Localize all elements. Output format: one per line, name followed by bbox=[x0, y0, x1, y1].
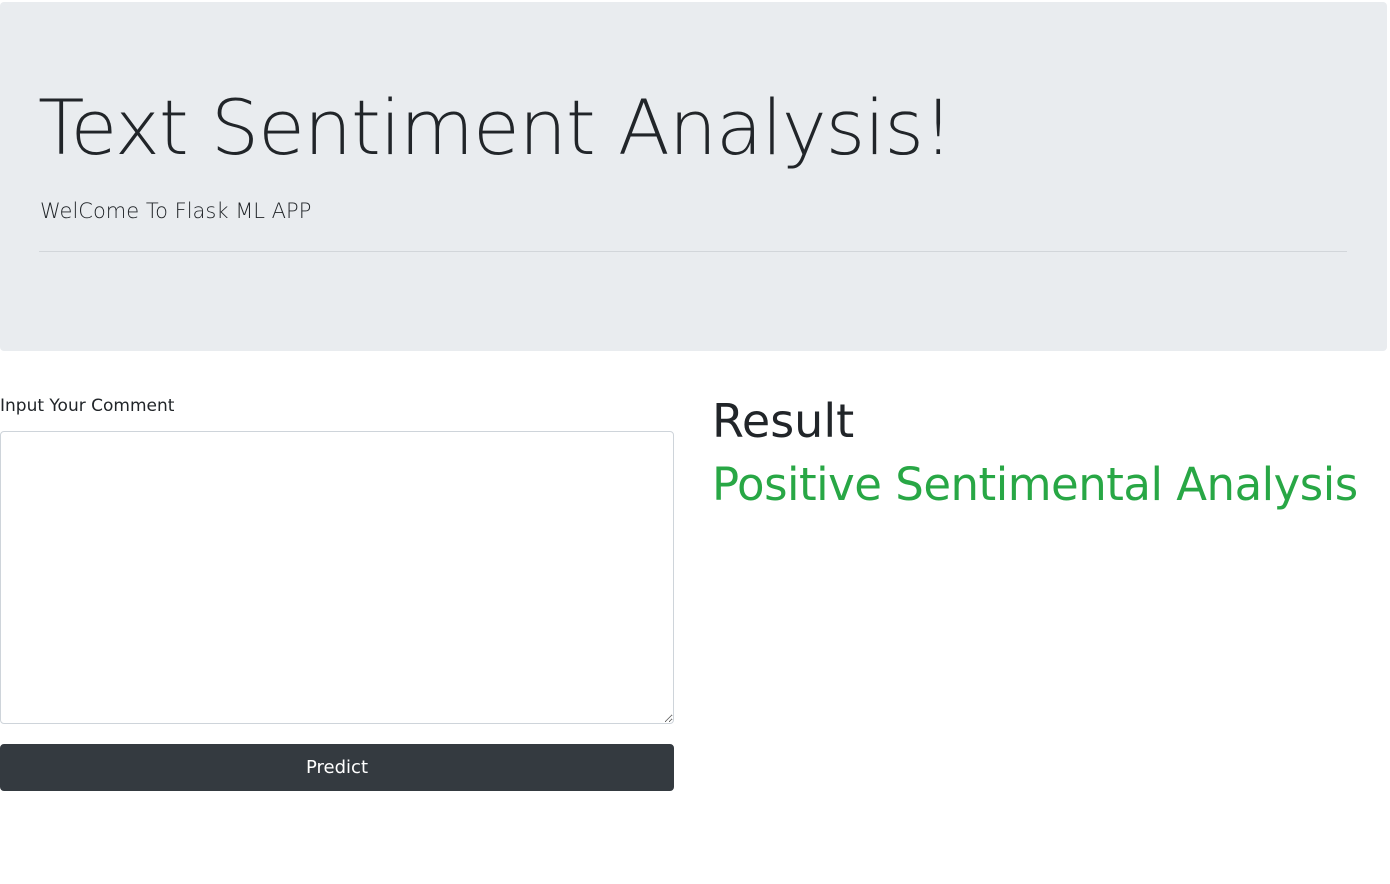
jumbotron-header: Text Sentiment Analysis! WelCome To Flas… bbox=[0, 2, 1387, 351]
result-prediction: Positive Sentimental Analysis bbox=[712, 458, 1358, 511]
header-divider bbox=[39, 251, 1347, 252]
predict-button[interactable]: Predict bbox=[0, 744, 674, 791]
result-heading: Result bbox=[712, 394, 855, 448]
comment-label: Input Your Comment bbox=[0, 396, 175, 416]
page-title: Text Sentiment Analysis! bbox=[38, 83, 953, 172]
page-subtitle: WelCome To Flask ML APP bbox=[40, 199, 312, 223]
comment-input[interactable] bbox=[0, 431, 674, 724]
